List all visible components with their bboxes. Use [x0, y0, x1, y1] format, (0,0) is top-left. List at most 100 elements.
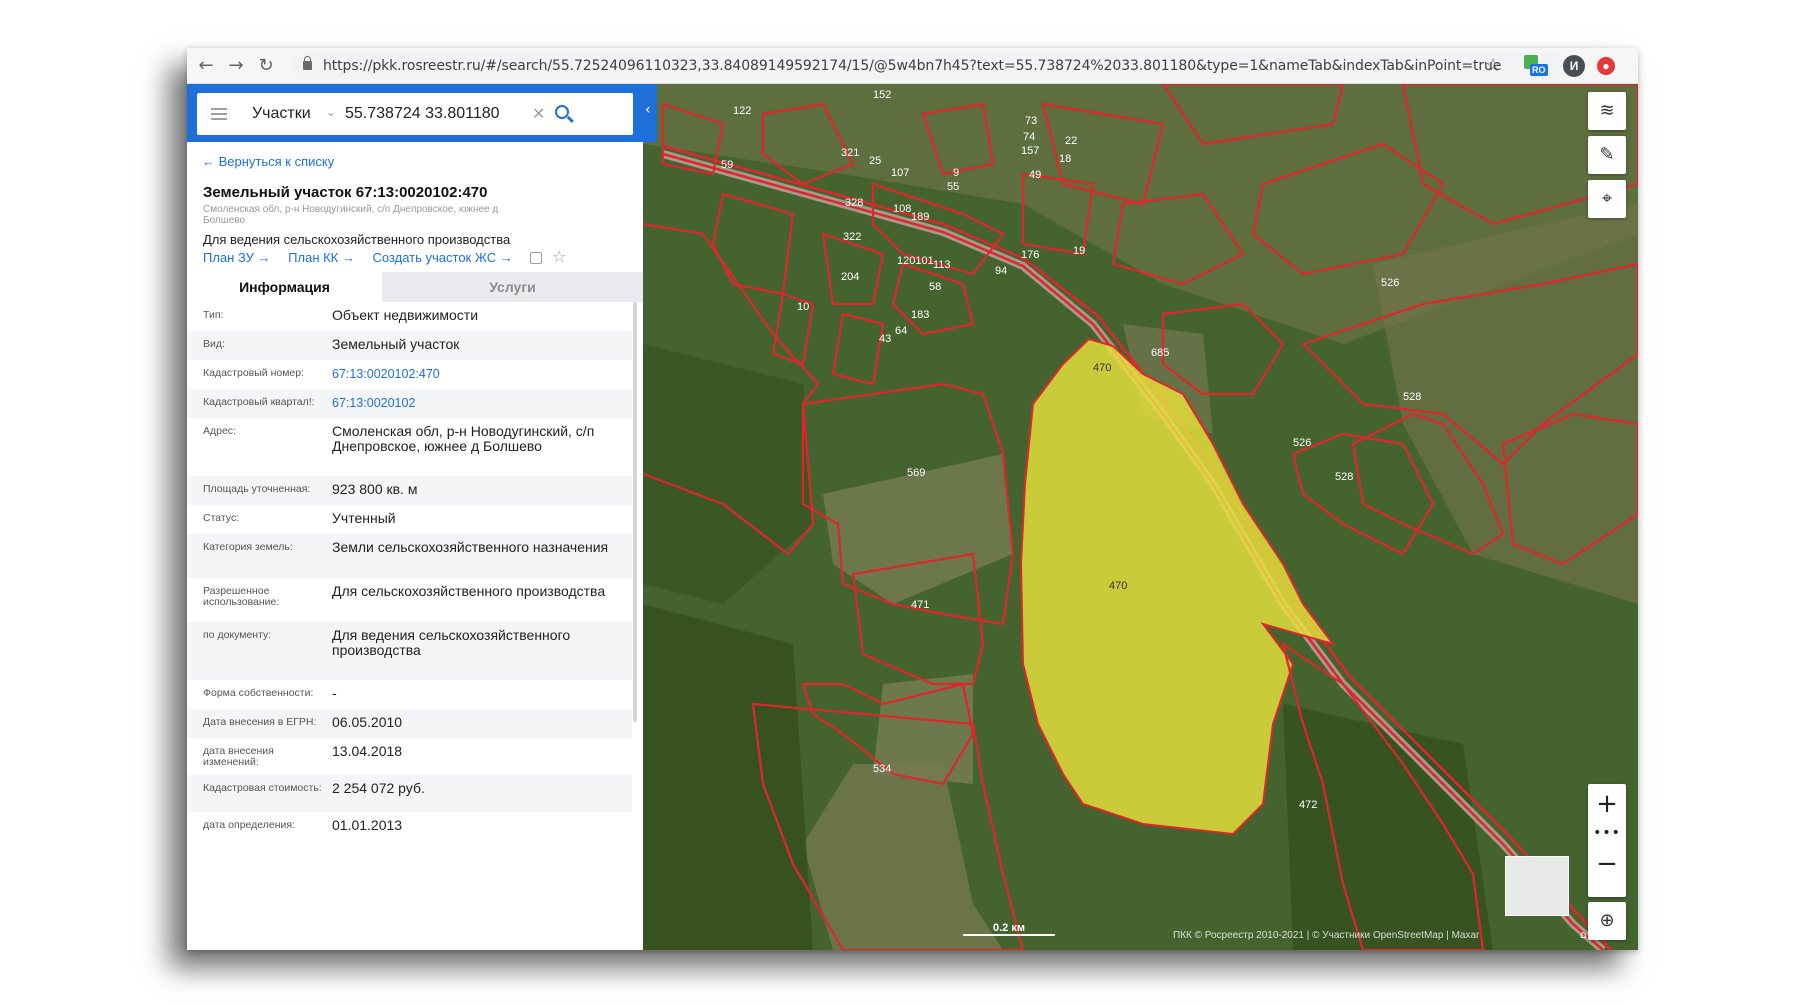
- info-row-value: Для сельскохозяйственного производства: [332, 583, 606, 599]
- extension-ro-icon[interactable]: RO: [1524, 55, 1548, 77]
- attribution-icons: ⌂ ✦ ▭: [1580, 928, 1614, 941]
- url-text[interactable]: https://pkk.rosreestr.ru/#/search/55.725…: [323, 58, 1501, 74]
- search-icon[interactable]: [555, 105, 569, 119]
- parcel-label: 49: [1029, 169, 1041, 181]
- info-row: Адрес: Смоленская обл, р-н Новодугинский,…: [187, 418, 632, 476]
- info-row-value: 2 254 072 руб.: [332, 780, 425, 796]
- parcel-label: 534: [873, 763, 891, 775]
- browser-window: ← → ↻ https://pkk.rosreestr.ru/#/search/…: [187, 48, 1638, 950]
- minimap[interactable]: [1505, 856, 1569, 916]
- tab-information[interactable]: Информация: [187, 272, 382, 302]
- object-address-small: Смоленская обл, р-н Новодугинский, с/п Д…: [203, 204, 499, 226]
- panel-tabs: Информация Услуги: [187, 272, 643, 302]
- parcel-label: 59: [721, 159, 733, 171]
- search-type-select[interactable]: Участки: [252, 105, 311, 123]
- locate-button[interactable]: ⌖: [1588, 180, 1626, 218]
- parcel-label: 322: [843, 231, 861, 243]
- pin-icon[interactable]: ✦: [1590, 928, 1599, 941]
- parcel-label: 55: [947, 181, 959, 193]
- bookmark-star-icon[interactable]: ☆: [1485, 54, 1501, 76]
- info-row-label: Тип:: [203, 309, 224, 321]
- parcel-label: 470: [1109, 580, 1127, 592]
- info-row-label: Форма собственности:: [203, 687, 314, 699]
- parcel-label: 18: [1059, 153, 1071, 165]
- favorite-star-icon[interactable]: ☆: [552, 247, 566, 266]
- collapse-panel-button[interactable]: ‹: [643, 84, 657, 142]
- parcel-label: 113: [933, 259, 951, 271]
- plan-zu-link[interactable]: План ЗУ →: [203, 250, 271, 265]
- parcel-label: 204: [841, 271, 859, 283]
- parcel-label: 183: [911, 309, 929, 321]
- search-input[interactable]: 55.738724 33.801180: [345, 105, 500, 123]
- browser-toolbar: ← → ↻ https://pkk.rosreestr.ru/#/search/…: [187, 48, 1638, 84]
- info-row: Кадастровый номер: 67:13:0020102:470: [187, 360, 632, 389]
- parcel-label: 328: [845, 197, 863, 209]
- zoom-out-button[interactable]: −: [1588, 850, 1626, 878]
- info-row-label: Кадастровый квартал!:: [203, 396, 315, 408]
- info-row-label: Кадастровая стоимость:: [203, 782, 322, 794]
- forward-arrow-icon[interactable]: →: [225, 55, 247, 77]
- info-row-label: Площадь уточненная:: [203, 483, 311, 495]
- info-row: Разрешенное использование: Для сельскохоз…: [187, 578, 632, 622]
- info-row-value: -: [332, 685, 337, 701]
- parcel-label: 526: [1381, 277, 1399, 289]
- info-row-link[interactable]: 67:13:0020102:470: [332, 367, 622, 382]
- map-view[interactable]: 470 470 685 569 471 534 472 526 526 528 …: [643, 84, 1638, 950]
- search-header: Участки ⌄ 55.738724 33.801180 ✕: [187, 84, 643, 142]
- info-row: дата внесения изменений: 13.04.2018: [187, 738, 632, 775]
- parcel-label: 472: [1299, 799, 1317, 811]
- zoom-level-dots[interactable]: •••: [1588, 824, 1626, 842]
- parcel-label: 176: [1021, 249, 1039, 261]
- info-row: Дата внесения в ЕГРН: 06.05.2010: [187, 709, 632, 738]
- info-row: Категория земель: Земли сельскохозяйствен…: [187, 534, 632, 578]
- parcel-label: 122: [733, 105, 751, 117]
- tab-services[interactable]: Услуги: [382, 272, 643, 302]
- card-icon[interactable]: ▭: [1603, 928, 1613, 941]
- parcel-label: 43: [879, 333, 891, 345]
- parcel-label: 94: [995, 265, 1007, 277]
- profile-avatar[interactable]: И: [1563, 55, 1585, 77]
- search-box: Участки ⌄ 55.738724 33.801180 ✕: [197, 93, 633, 135]
- parcel-label: 526: [1293, 437, 1311, 449]
- info-row-label: Кадастровый номер:: [203, 367, 305, 379]
- zoom-in-button[interactable]: +: [1588, 790, 1626, 818]
- back-arrow-icon[interactable]: ←: [195, 55, 217, 77]
- back-to-list-link[interactable]: ← Вернуться к списку: [202, 154, 334, 169]
- address-bar[interactable]: https://pkk.rosreestr.ru/#/search/55.725…: [291, 53, 1571, 79]
- create-parcel-link[interactable]: Создать участок ЖС →: [373, 250, 513, 265]
- panel-scrollbar[interactable]: [633, 302, 637, 722]
- parcel-label: 685: [1151, 347, 1169, 359]
- object-purpose: Для ведения сельскохозяйственного произв…: [203, 232, 511, 247]
- extension-red-icon[interactable]: ●: [1597, 57, 1615, 75]
- info-row: по документу: Для ведения сельскохозяйств…: [187, 622, 632, 680]
- reload-icon[interactable]: ↻: [255, 55, 277, 77]
- info-row-value: 06.05.2010: [332, 714, 403, 730]
- parcel-label: 189: [911, 211, 929, 223]
- chevron-down-icon[interactable]: ⌄: [326, 105, 336, 119]
- layers-button[interactable]: ≋: [1588, 92, 1626, 130]
- parcel-label: 73: [1025, 115, 1037, 127]
- quick-links: План ЗУ → План КК → Создать участок ЖС →: [203, 250, 527, 265]
- parcel-label: 25: [869, 155, 881, 167]
- forest-area: [643, 604, 813, 950]
- parcel-label: 64: [895, 325, 907, 337]
- parcel-label: 19: [1073, 245, 1085, 257]
- info-row: Площадь уточненная: 923 800 кв. м: [187, 476, 632, 505]
- info-panel: Участки ⌄ 55.738724 33.801180 ✕ ← Вернут…: [187, 84, 643, 950]
- parcel-label: 321: [841, 147, 859, 159]
- hamburger-menu-icon[interactable]: [211, 108, 227, 120]
- parcel-label: 528: [1403, 391, 1421, 403]
- zoom-controls: + ••• −: [1588, 784, 1626, 897]
- info-row-value: Учтенный: [332, 510, 396, 526]
- clear-icon[interactable]: ✕: [532, 104, 545, 123]
- info-row-link[interactable]: 67:13:0020102: [332, 396, 622, 411]
- info-row: Статус: Учтенный: [187, 505, 632, 534]
- plan-kk-link[interactable]: План КК →: [288, 250, 355, 265]
- print-icon[interactable]: [530, 252, 542, 264]
- lock-icon: [303, 56, 312, 70]
- info-row: Кадастровая стоимость: 2 254 072 руб.: [187, 775, 632, 812]
- ruler-button[interactable]: ✎: [1588, 136, 1626, 174]
- info-row-label: дата внесения изменений:: [203, 745, 274, 768]
- home-icon[interactable]: ⌂: [1580, 928, 1587, 941]
- info-row-value: 01.01.2013: [332, 817, 403, 833]
